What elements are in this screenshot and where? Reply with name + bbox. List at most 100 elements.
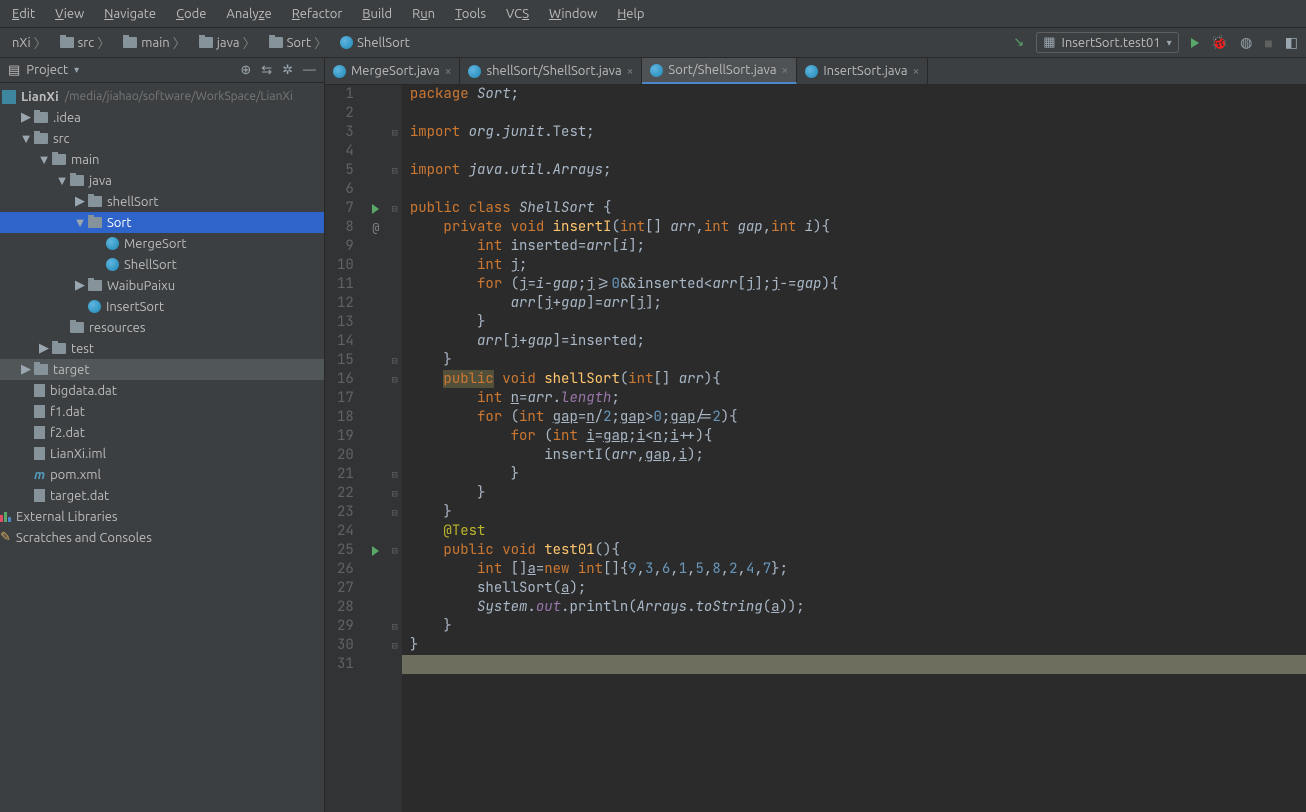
tree-label: WaibuPaixu [107, 279, 175, 293]
tree-scratches[interactable]: ✎ Scratches and Consoles [0, 527, 324, 548]
expand-arrow-icon[interactable]: ▼ [36, 152, 52, 167]
tree-item-.idea[interactable]: ▶.idea [0, 107, 324, 128]
tree-label: test [71, 342, 94, 356]
tree-label: resources [89, 321, 146, 335]
tree-item-bigdata.dat[interactable]: bigdata.dat [0, 380, 324, 401]
menu-code[interactable]: Code [166, 3, 216, 25]
tree-item-resources[interactable]: resources [0, 317, 324, 338]
crumb-module[interactable]: nXi〉 [8, 31, 54, 54]
tree-item-pom.xml[interactable]: mpom.xml [0, 464, 324, 485]
menu-edit[interactable]: Edit [2, 3, 45, 25]
tree-item-test[interactable]: ▶ test [0, 338, 324, 359]
tree-item-main[interactable]: ▼main [0, 149, 324, 170]
tree-module-root[interactable]: LianXi /media/jiahao/software/WorkSpace/… [0, 86, 324, 107]
expand-arrow-icon[interactable]: ▶ [18, 362, 34, 377]
collapse-icon[interactable]: — [303, 63, 316, 78]
menu-tools[interactable]: Tools [445, 3, 496, 25]
expand-arrow-icon[interactable]: ▼ [18, 131, 34, 146]
menu-run[interactable]: Run [402, 3, 445, 25]
run-gutter-icon[interactable] [372, 204, 379, 214]
menu-vcs[interactable]: VCS [496, 3, 539, 25]
code-editor[interactable]: 1234567891011121314151617181920212223242… [325, 85, 1306, 812]
crumb-label: nXi [12, 36, 31, 50]
tab-insertsort-java[interactable]: InsertSort.java× [797, 58, 928, 84]
close-icon[interactable]: × [782, 64, 789, 77]
tab-sort-shellsort-java[interactable]: Sort/ShellSort.java× [642, 58, 797, 84]
close-icon[interactable]: × [445, 65, 452, 78]
tree-item-waibupaixu[interactable]: ▶ WaibuPaixu [0, 275, 324, 296]
toolbar-right: ↘ ▦ InsertSort.test01 ▾ 🐞 ◍ ■ ◧ [1013, 32, 1298, 53]
menu-help[interactable]: Help [607, 3, 654, 25]
folder-icon [70, 322, 84, 333]
tree-label: f1.dat [50, 405, 85, 419]
crumb-java[interactable]: java〉 [195, 31, 263, 54]
coverage-icon[interactable]: ◍ [1240, 34, 1252, 51]
crumb-sort[interactable]: Sort〉 [265, 31, 334, 54]
tree-item-shellsort[interactable]: ▶shellSort [0, 191, 324, 212]
run-icon[interactable] [1191, 38, 1199, 48]
tree-item-java[interactable]: ▼ java [0, 170, 324, 191]
tree-label: target.dat [50, 489, 109, 503]
expand-arrow-icon[interactable]: ▼ [54, 173, 70, 188]
run-config-label: InsertSort.test01 [1062, 36, 1161, 50]
tree-label: InsertSort [106, 300, 164, 314]
stop-icon[interactable]: ■ [1264, 35, 1272, 51]
crumb-main[interactable]: main〉 [119, 31, 193, 54]
layout-icon[interactable]: ◧ [1285, 34, 1298, 51]
menu-refactor[interactable]: Refactor [282, 3, 353, 25]
tree-label: target [53, 363, 89, 377]
tree-item-mergesort[interactable]: MergeSort [0, 233, 324, 254]
close-icon[interactable]: × [913, 65, 920, 78]
crumb-label: ShellSort [357, 36, 410, 50]
crumb-class[interactable]: ShellSort [336, 34, 414, 52]
file-icon [34, 426, 45, 439]
tab-mergesort-java[interactable]: MergeSort.java× [325, 58, 460, 84]
tree-item-f2.dat[interactable]: f2.dat [0, 422, 324, 443]
expand-arrow-icon[interactable]: ▶ [18, 110, 34, 125]
file-icon [34, 384, 45, 397]
tree-external-libs[interactable]: External Libraries [0, 506, 324, 527]
tree-item-sort[interactable]: ▼Sort [0, 212, 324, 233]
file-icon [34, 489, 45, 502]
tab-shellsort-shellsort-java[interactable]: shellSort/ShellSort.java× [460, 58, 642, 84]
menu-view[interactable]: View [45, 3, 94, 25]
expand-arrow-icon[interactable]: ▶ [72, 278, 88, 293]
settings-icon[interactable]: ⇆ [261, 63, 272, 78]
expand-arrow-icon[interactable]: ▶ [36, 341, 52, 356]
tree-item-lianxi.iml[interactable]: LianXi.iml [0, 443, 324, 464]
tree-label: java [89, 174, 112, 188]
module-path: /media/jiahao/software/WorkSpace/LianXi [65, 90, 293, 103]
menu-build[interactable]: Build [352, 3, 402, 25]
tree-item-f1.dat[interactable]: f1.dat [0, 401, 324, 422]
menu-window[interactable]: Window [539, 3, 607, 25]
tree-item-shellsort[interactable]: ShellSort [0, 254, 324, 275]
editor-area: MergeSort.java×shellSort/ShellSort.java×… [325, 58, 1306, 812]
tree-item-target.dat[interactable]: target.dat [0, 485, 324, 506]
close-icon[interactable]: × [627, 65, 634, 78]
class-icon [106, 237, 119, 250]
tree-item-insertsort[interactable]: InsertSort [0, 296, 324, 317]
run-gutter-icon[interactable] [372, 546, 379, 556]
code-content[interactable]: package Sort;import org.junit.Test;impor… [402, 85, 1306, 812]
gear-icon[interactable]: ✲ [282, 63, 293, 78]
project-tree[interactable]: LianXi /media/jiahao/software/WorkSpace/… [0, 83, 324, 812]
tree-item-src[interactable]: ▼src [0, 128, 324, 149]
view-mode-dropdown[interactable]: ▾ [74, 64, 79, 76]
build-icon[interactable]: ↘ [1013, 35, 1024, 50]
run-config-select[interactable]: ▦ InsertSort.test01 ▾ [1036, 32, 1178, 53]
expand-arrow-icon[interactable]: ▶ [72, 194, 88, 209]
expand-arrow-icon[interactable]: ▼ [72, 215, 88, 230]
debug-icon[interactable]: 🐞 [1211, 34, 1228, 51]
tree-item-target[interactable]: ▶ target [0, 359, 324, 380]
gutter-icons[interactable]: @ [364, 85, 388, 812]
locate-icon[interactable]: ⊕ [240, 63, 251, 78]
fold-gutter[interactable]: ⊟⊟⊟⊟⊟⊟⊟⊟⊟⊟⊟ [388, 85, 402, 812]
folder-icon [199, 37, 213, 48]
menubar: Edit View Navigate Code Analyze Refactor… [0, 0, 1306, 28]
override-gutter-icon[interactable]: @ [372, 220, 379, 236]
folder-icon [70, 175, 84, 186]
crumb-src[interactable]: src〉 [56, 31, 118, 54]
menu-analyze[interactable]: Analyze [216, 3, 281, 25]
class-icon [340, 36, 353, 49]
menu-navigate[interactable]: Navigate [94, 3, 166, 25]
